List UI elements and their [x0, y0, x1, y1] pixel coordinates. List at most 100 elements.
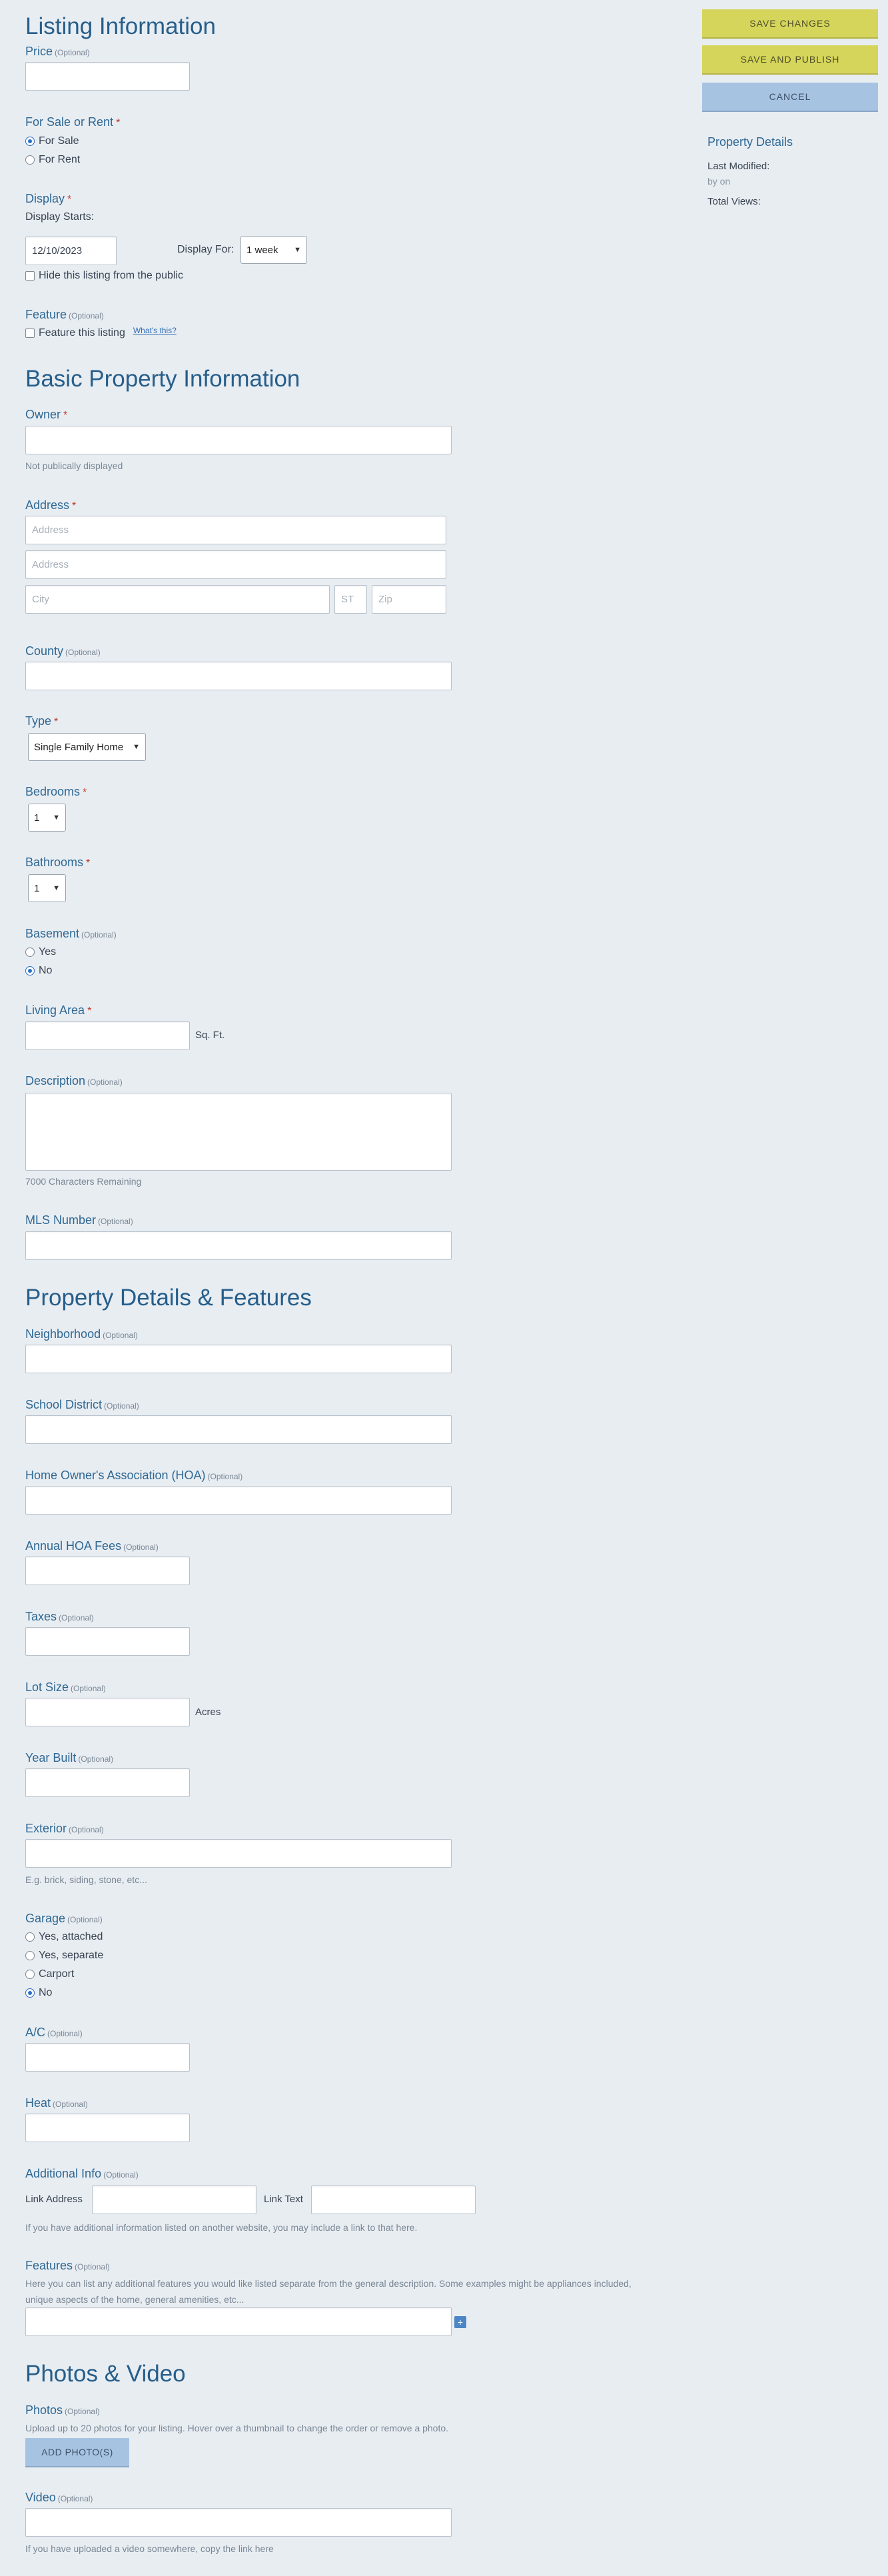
- feature-label: Feature: [25, 308, 67, 321]
- mls-label: MLS Number: [25, 1213, 97, 1227]
- display-start-date-input[interactable]: [25, 237, 117, 265]
- radio-icon[interactable]: [25, 948, 35, 957]
- additional-info-label-group: Additional Info (Optional): [25, 2166, 139, 2181]
- required-marker: *: [67, 194, 72, 205]
- taxes-label: Taxes: [25, 1610, 57, 1623]
- bathrooms-select[interactable]: 1 ▼: [28, 874, 66, 902]
- garage-no-option[interactable]: No: [25, 1987, 52, 1999]
- optional-tag: (Optional): [65, 2407, 100, 2416]
- bathrooms-value: 1: [34, 882, 40, 894]
- radio-icon[interactable]: [25, 1932, 35, 1942]
- last-modified-label: Last Modified:: [707, 161, 770, 172]
- living-area-input[interactable]: [25, 1021, 190, 1050]
- optional-tag: (Optional): [67, 1915, 103, 1924]
- radio-icon[interactable]: [25, 155, 35, 165]
- address-label-group: Address *: [25, 498, 76, 512]
- owner-input[interactable]: [25, 426, 452, 454]
- bathrooms-label: Bathrooms: [25, 856, 84, 869]
- bedrooms-label-group: Bedrooms *: [25, 784, 87, 799]
- radio-icon[interactable]: [25, 1951, 35, 1960]
- zip-input[interactable]: [372, 585, 446, 614]
- description-textarea[interactable]: [25, 1093, 452, 1171]
- hoa-label: Home Owner's Association (HOA): [25, 1469, 206, 1482]
- ac-label: A/C: [25, 2026, 46, 2039]
- optional-tag: (Optional): [103, 2170, 139, 2180]
- year-built-input[interactable]: [25, 1768, 190, 1797]
- lot-size-input[interactable]: [25, 1698, 190, 1726]
- exterior-input[interactable]: [25, 1839, 452, 1868]
- required-marker: *: [116, 117, 121, 129]
- display-starts-label: Display Starts:: [25, 211, 95, 223]
- save-and-publish-button[interactable]: SAVE AND PUBLISH: [702, 45, 878, 73]
- optional-tag: (Optional): [75, 2262, 110, 2271]
- garage-carport-option[interactable]: Carport: [25, 1968, 74, 1980]
- features-input[interactable]: [25, 2307, 452, 2336]
- garage-attached-label: Yes, attached: [39, 1931, 103, 1942]
- optional-tag: (Optional): [104, 1401, 139, 1411]
- checkbox-icon[interactable]: [25, 271, 35, 281]
- garage-label: Garage: [25, 1912, 66, 1925]
- garage-attached-option[interactable]: Yes, attached: [25, 1931, 103, 1943]
- county-input[interactable]: [25, 662, 452, 690]
- for-sale-option[interactable]: For Sale: [25, 135, 79, 147]
- add-photos-button[interactable]: ADD PHOTO(S): [25, 2438, 129, 2466]
- for-rent-option[interactable]: For Rent: [25, 154, 80, 166]
- video-input[interactable]: [25, 2508, 452, 2537]
- hide-listing-option[interactable]: Hide this listing from the public: [25, 270, 183, 282]
- type-select[interactable]: Single Family Home ▼: [28, 733, 146, 761]
- city-input[interactable]: [25, 585, 330, 614]
- year-built-label: Year Built: [25, 1751, 77, 1764]
- ac-input[interactable]: [25, 2043, 190, 2072]
- basement-label-group: Basement (Optional): [25, 926, 117, 941]
- taxes-input[interactable]: [25, 1627, 190, 1656]
- radio-selected-icon[interactable]: [25, 966, 35, 975]
- address-line1-input[interactable]: [25, 516, 446, 544]
- video-label: Video: [25, 2491, 56, 2504]
- garage-separate-option[interactable]: Yes, separate: [25, 1950, 103, 1962]
- radio-selected-icon[interactable]: [25, 1988, 35, 1998]
- features-hint-line2: unique aspects of the home, general amen…: [25, 2294, 244, 2305]
- school-district-input[interactable]: [25, 1415, 452, 1444]
- price-input[interactable]: [25, 62, 190, 91]
- optional-tag: (Optional): [65, 648, 101, 657]
- radio-icon[interactable]: [25, 1970, 35, 1979]
- optional-tag: (Optional): [57, 2494, 93, 2503]
- whats-this-link[interactable]: What's this?: [133, 326, 177, 335]
- price-label-group: Price (Optional): [25, 44, 90, 59]
- address-line2-input[interactable]: [25, 550, 446, 579]
- cancel-button[interactable]: CANCEL: [702, 83, 878, 111]
- basement-yes-option[interactable]: Yes: [25, 946, 56, 958]
- chevron-down-icon: ▼: [53, 884, 60, 892]
- mls-input[interactable]: [25, 1231, 452, 1260]
- chevron-down-icon: ▼: [133, 743, 140, 751]
- basement-no-option[interactable]: No: [25, 965, 52, 977]
- garage-carport-label: Carport: [39, 1968, 75, 1980]
- feature-listing-option[interactable]: Feature this listing What's this?: [25, 326, 177, 339]
- description-chars-remaining: 7000 Characters Remaining: [25, 1176, 142, 1187]
- neighborhood-input[interactable]: [25, 1345, 452, 1373]
- hoa-fees-input[interactable]: [25, 1557, 190, 1585]
- heat-input[interactable]: [25, 2114, 190, 2142]
- living-area-label-group: Living Area *: [25, 1003, 91, 1017]
- property-details-title: Property Details: [707, 135, 793, 149]
- owner-label-group: Owner *: [25, 407, 67, 422]
- garage-label-group: Garage (Optional): [25, 1911, 103, 1926]
- type-value: Single Family Home: [34, 741, 124, 753]
- required-marker: *: [83, 787, 87, 798]
- hoa-input[interactable]: [25, 1486, 452, 1515]
- bedrooms-select[interactable]: 1 ▼: [28, 804, 66, 832]
- chevron-down-icon: ▼: [53, 814, 60, 822]
- display-for-select[interactable]: 1 week ▼: [240, 236, 307, 264]
- link-text-input[interactable]: [311, 2186, 476, 2214]
- save-changes-button[interactable]: SAVE CHANGES: [702, 9, 878, 37]
- add-feature-button[interactable]: +: [454, 2316, 466, 2328]
- checkbox-icon[interactable]: [25, 328, 35, 338]
- bedrooms-label: Bedrooms: [25, 785, 81, 798]
- radio-selected-icon[interactable]: [25, 137, 35, 146]
- state-input[interactable]: [334, 585, 367, 614]
- additional-info-hint: If you have additional information liste…: [25, 2222, 418, 2233]
- link-address-input[interactable]: [92, 2186, 256, 2214]
- link-text-label: Link Text: [264, 2194, 303, 2205]
- address-label: Address: [25, 498, 70, 512]
- lot-size-label: Lot Size: [25, 1680, 69, 1694]
